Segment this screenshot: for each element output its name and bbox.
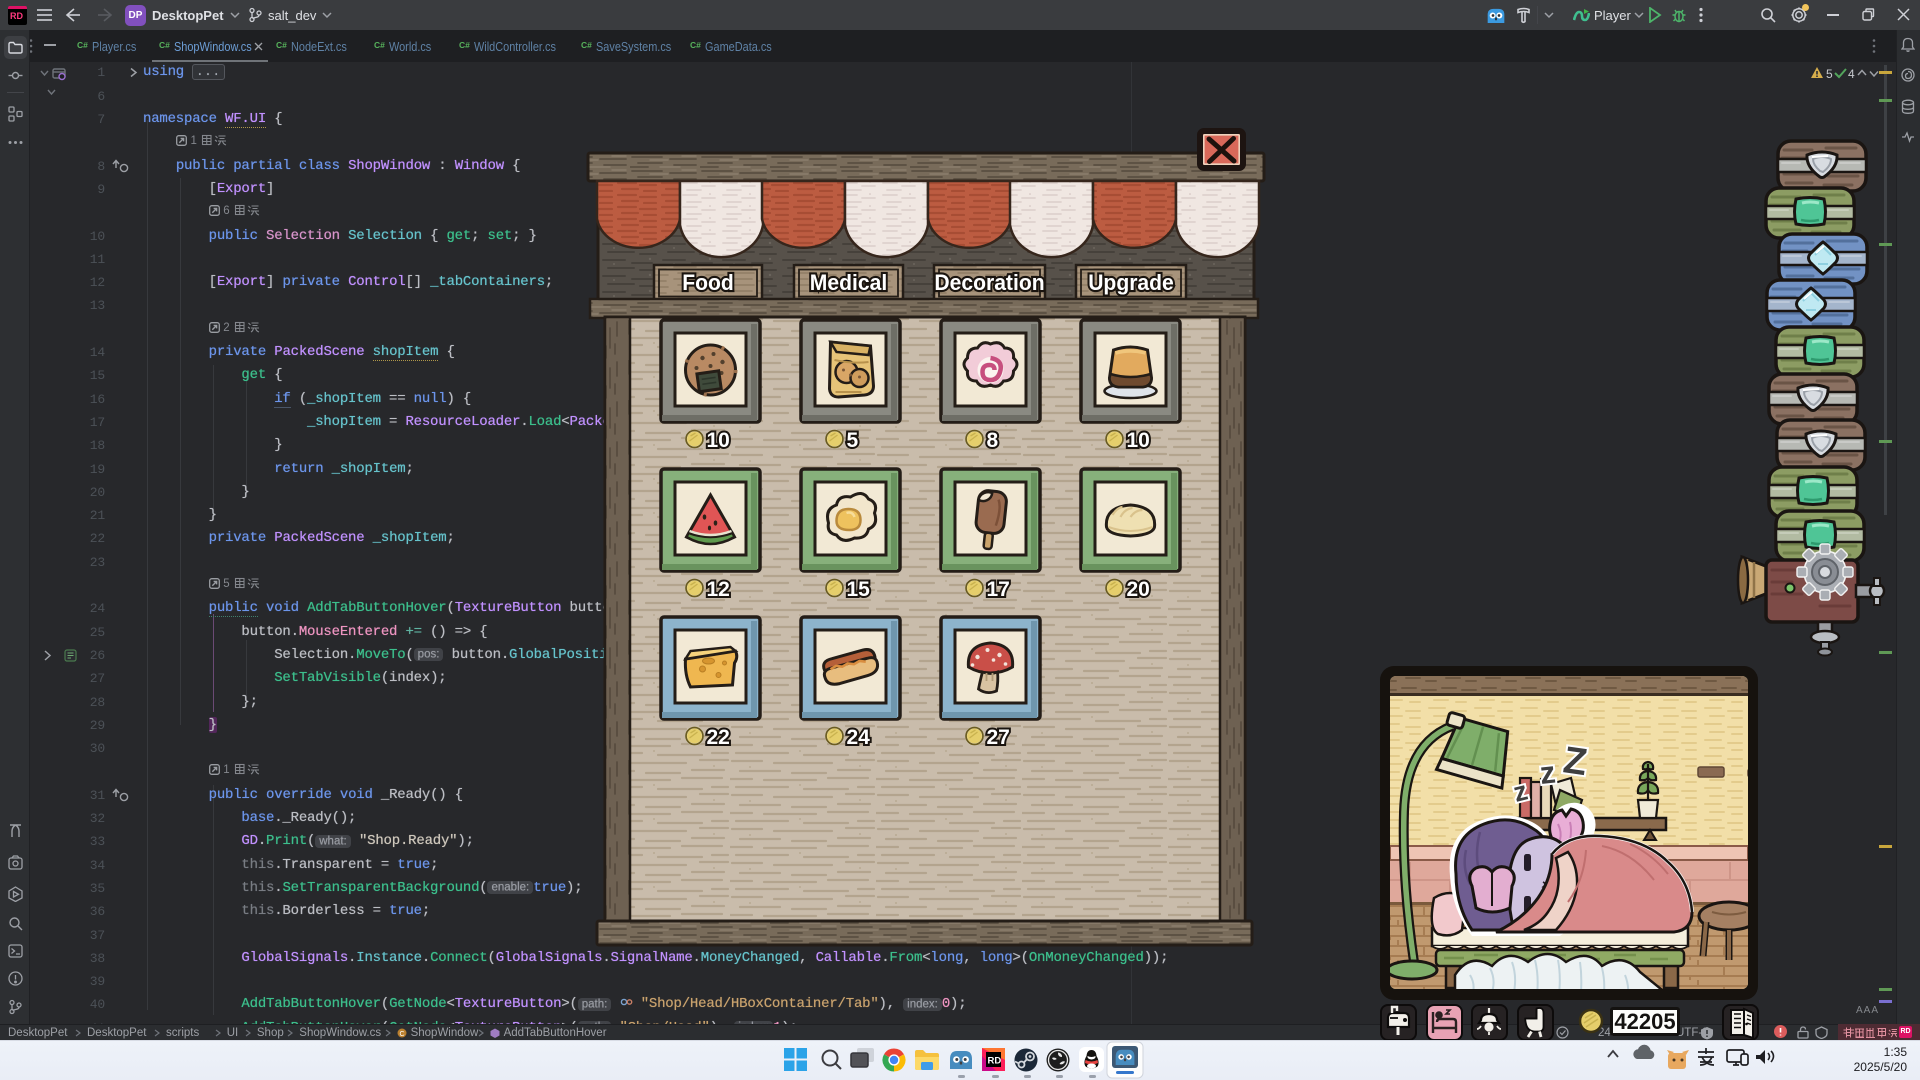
svg-text:22: 22	[707, 726, 730, 749]
svg-text:RD: RD	[988, 1056, 1002, 1067]
svg-text:27: 27	[987, 726, 1010, 749]
svg-text:24: 24	[847, 726, 871, 749]
svg-text:15: 15	[847, 578, 871, 601]
svg-text:10: 10	[707, 429, 730, 452]
svg-text:8: 8	[987, 429, 999, 452]
svg-text:Decoration: Decoration	[934, 270, 1044, 296]
svg-text:Upgrade: Upgrade	[1088, 270, 1174, 296]
svg-text:20: 20	[1127, 578, 1150, 601]
svg-text:12: 12	[707, 578, 730, 601]
svg-text:5: 5	[847, 429, 859, 452]
svg-text:17: 17	[987, 578, 1010, 601]
svg-text:1:35: 1:35	[1884, 1045, 1908, 1059]
svg-text:Medical: Medical	[810, 270, 887, 296]
svg-text:2025/5/20: 2025/5/20	[1854, 1060, 1908, 1074]
svg-text:Food: Food	[682, 270, 734, 296]
svg-text:10: 10	[1127, 429, 1150, 452]
svg-text:C: C	[399, 1031, 404, 1038]
